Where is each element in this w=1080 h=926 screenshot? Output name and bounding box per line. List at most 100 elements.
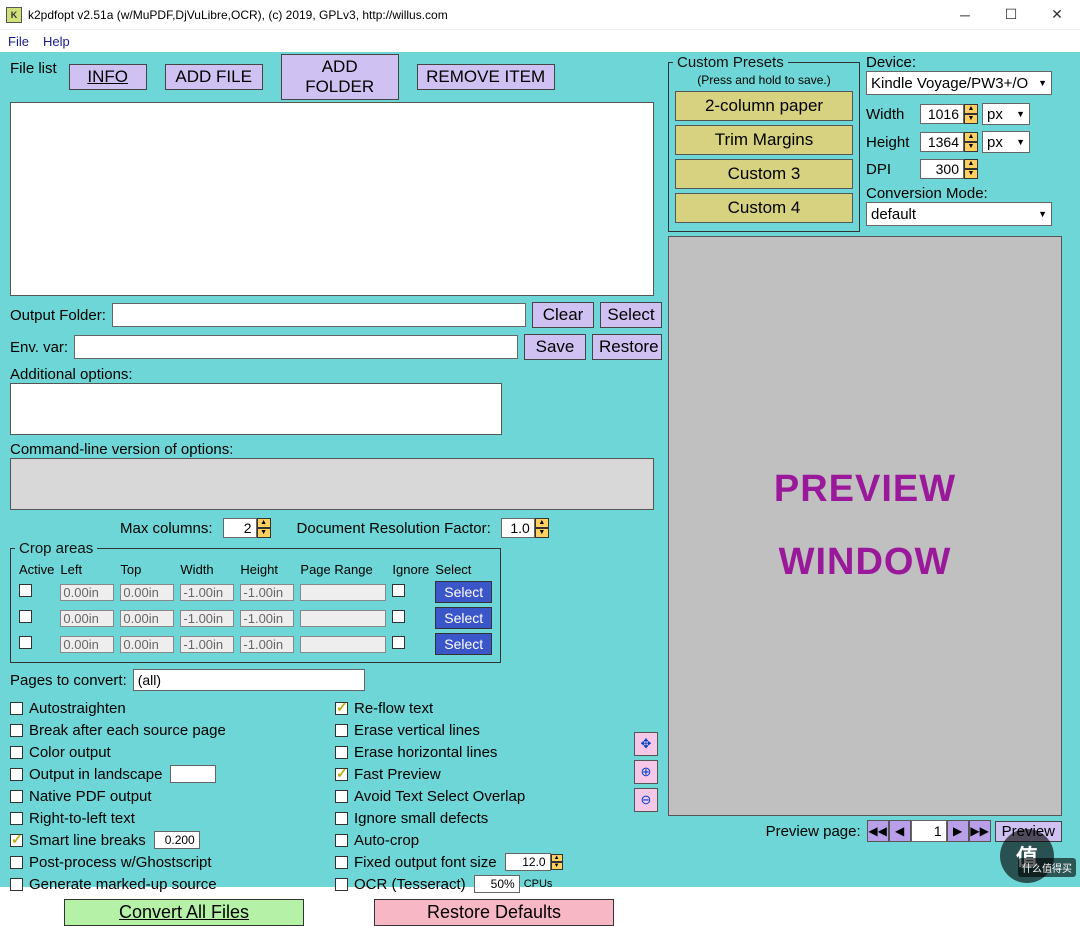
up-arrow-icon[interactable]: ▲ [535,518,549,528]
additional-options-input[interactable] [10,383,502,435]
crop-top-input[interactable] [120,610,174,627]
up-arrow-icon[interactable]: ▲ [257,518,271,528]
last-page-button[interactable]: ▶▶ [969,820,991,842]
crop-height-input[interactable] [240,636,294,653]
option-checkbox[interactable] [335,702,348,715]
crop-left-input[interactable] [60,610,114,627]
close-button[interactable]: ✕ [1034,0,1080,30]
option-checkbox[interactable] [335,724,348,737]
option-label: Generate marked-up source [29,876,217,893]
select-folder-button[interactable]: Select [600,302,662,328]
crop-pagerange-input[interactable] [300,610,386,627]
prev-page-button[interactable]: ◀ [889,820,911,842]
add-folder-button[interactable]: ADD FOLDER [281,54,399,100]
convert-all-button[interactable]: Convert All Files [64,899,304,926]
crop-left-input[interactable] [60,584,114,601]
crop-active-checkbox[interactable] [19,636,32,649]
preview-window[interactable]: PREVIEW WINDOW [668,236,1062,816]
file-list-box[interactable] [10,102,654,296]
option-label: Erase horizontal lines [354,744,497,761]
crop-left-input[interactable] [60,636,114,653]
crop-pagerange-input[interactable] [300,584,386,601]
preset-button[interactable]: Custom 3 [675,159,853,189]
crop-select-button[interactable]: Select [435,633,492,655]
info-button[interactable]: INFO [69,64,147,90]
zoom-out-icon[interactable]: ⊖ [634,788,658,812]
option-checkbox[interactable] [10,790,23,803]
crop-select-button[interactable]: Select [435,607,492,629]
option-checkbox[interactable] [335,878,348,891]
crop-height-input[interactable] [240,610,294,627]
crop-active-checkbox[interactable] [19,610,32,623]
option-checkbox[interactable] [10,702,23,715]
height-input[interactable] [920,132,964,152]
option-checkbox[interactable] [10,878,23,891]
option-value-input[interactable] [170,765,216,783]
fit-icon[interactable]: ✥ [634,732,658,756]
mode-dropdown[interactable]: default▼ [866,202,1052,226]
doc-res-input[interactable] [501,518,535,538]
width-input[interactable] [920,104,964,124]
env-var-input[interactable] [74,335,518,359]
restore-button[interactable]: Restore [592,334,662,360]
option-checkbox[interactable] [335,790,348,803]
pages-input[interactable] [133,669,365,691]
option-checkbox[interactable] [335,856,348,869]
crop-ignore-checkbox[interactable] [392,636,405,649]
clear-button[interactable]: Clear [532,302,594,328]
option-row: Post-process w/Ghostscript [10,851,305,873]
crop-active-checkbox[interactable] [19,584,32,597]
down-arrow-icon[interactable]: ▼ [535,528,549,538]
crop-ignore-checkbox[interactable] [392,610,405,623]
dpi-input[interactable] [920,159,964,179]
output-folder-input[interactable] [112,303,526,327]
preset-button[interactable]: Custom 4 [675,193,853,223]
option-checkbox[interactable] [335,812,348,825]
down-arrow-icon[interactable]: ▼ [257,528,271,538]
add-file-button[interactable]: ADD FILE [165,64,263,90]
restore-defaults-button[interactable]: Restore Defaults [374,899,614,926]
crop-top-input[interactable] [120,584,174,601]
option-row: Erase vertical lines [335,719,645,741]
crop-pagerange-input[interactable] [300,636,386,653]
option-checkbox[interactable] [10,746,23,759]
crop-width-input[interactable] [180,610,234,627]
preset-button[interactable]: Trim Margins [675,125,853,155]
maximize-button[interactable]: ☐ [988,0,1034,30]
height-unit-dropdown[interactable]: px▼ [982,131,1030,153]
save-button[interactable]: Save [524,334,586,360]
crop-ignore-checkbox[interactable] [392,584,405,597]
custom-presets-group: Custom Presets (Press and hold to save.)… [668,54,860,232]
crop-select-button[interactable]: Select [435,581,492,603]
first-page-button[interactable]: ◀◀ [867,820,889,842]
option-checkbox[interactable] [10,834,23,847]
option-row: Right-to-left text [10,807,305,829]
option-checkbox[interactable] [335,746,348,759]
minimize-button[interactable]: ─ [942,0,988,30]
crop-top-input[interactable] [120,636,174,653]
option-value-input[interactable] [505,853,551,871]
next-page-button[interactable]: ▶ [947,820,969,842]
option-checkbox[interactable] [335,768,348,781]
option-value-input[interactable] [154,831,200,849]
menu-file[interactable]: File [8,34,29,49]
crop-height-input[interactable] [240,584,294,601]
option-checkbox[interactable] [10,856,23,869]
remove-item-button[interactable]: REMOVE ITEM [417,64,555,90]
crop-width-input[interactable] [180,584,234,601]
preset-button[interactable]: 2-column paper [675,91,853,121]
max-columns-input[interactable] [223,518,257,538]
device-dropdown[interactable]: Kindle Voyage/PW3+/O▼ [866,71,1052,95]
preview-page-input[interactable] [911,820,947,842]
option-checkbox[interactable] [10,768,23,781]
crop-width-input[interactable] [180,636,234,653]
option-checkbox[interactable] [10,724,23,737]
preview-button[interactable]: Preview [995,821,1062,842]
option-checkbox[interactable] [335,834,348,847]
option-checkbox[interactable] [10,812,23,825]
option-value-input[interactable] [474,875,520,893]
width-unit-dropdown[interactable]: px▼ [982,103,1030,125]
menu-help[interactable]: Help [43,34,70,49]
cmdline-output [10,458,654,510]
zoom-in-icon[interactable]: ⊕ [634,760,658,784]
